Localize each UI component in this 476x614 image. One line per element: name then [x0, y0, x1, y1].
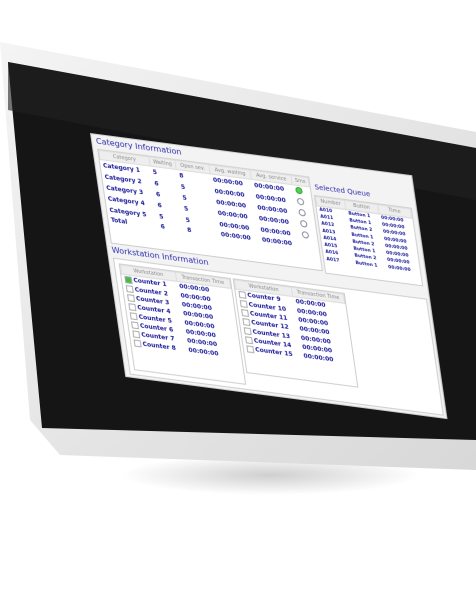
category-radio[interactable]	[294, 186, 303, 195]
category-radio[interactable]	[299, 219, 308, 228]
workstation-checkbox[interactable]	[239, 299, 248, 308]
workstation-checkbox[interactable]	[123, 275, 132, 284]
workstation-checkbox[interactable]	[131, 330, 140, 339]
category-radio[interactable]	[297, 208, 307, 217]
workstation-checkbox[interactable]	[241, 318, 250, 327]
workstation-checkbox[interactable]	[129, 312, 138, 321]
workstation-checkbox[interactable]	[126, 294, 135, 303]
select-cell	[301, 241, 319, 252]
workstation-checkbox[interactable]	[130, 321, 139, 330]
queue-dashboard-window: Category Information Category Waiting Open…	[90, 133, 448, 420]
category-radio[interactable]	[296, 197, 305, 206]
workstation-checkbox[interactable]	[133, 339, 142, 348]
workstation-checkbox[interactable]	[237, 290, 246, 299]
workstation-checkbox[interactable]	[243, 327, 252, 336]
workstation-table-right: Workstation Transaction Time Counter 9 00:0…	[232, 278, 359, 388]
workstation-checkbox[interactable]	[245, 345, 254, 354]
workstation-table-left: Workstation Transaction Time Counter 1 00:0…	[118, 263, 247, 385]
category-radio[interactable]	[301, 230, 310, 239]
workstation-checkbox[interactable]	[125, 284, 134, 293]
workstation-checkbox[interactable]	[240, 308, 249, 317]
selected-queue-table: Number Button Time A010 Button 1 00:00:00 A011…	[313, 194, 424, 287]
tablet-device: Category Information Category Waiting Open…	[0, 0, 476, 614]
workstation-checkbox[interactable]	[127, 303, 136, 312]
workstation-checkbox[interactable]	[244, 336, 253, 345]
